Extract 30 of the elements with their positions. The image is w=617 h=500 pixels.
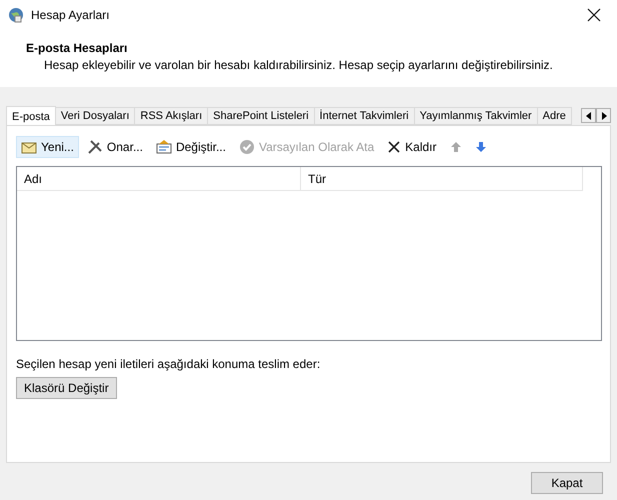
tab[interactable]: SharePoint Listeleri xyxy=(207,107,315,125)
scroll-right-button[interactable] xyxy=(596,108,611,123)
window-title: Hesap Ayarları xyxy=(31,8,110,22)
globe-icon xyxy=(8,7,24,23)
repair-button[interactable]: Onar... xyxy=(82,136,148,158)
caret-left-icon xyxy=(586,112,592,120)
scroll-left-button[interactable] xyxy=(581,108,596,123)
change-button[interactable]: Değiştir... xyxy=(150,136,231,158)
tab[interactable]: E-posta xyxy=(6,106,56,125)
tab[interactable]: RSS Akışları xyxy=(134,107,208,125)
checkmark-icon xyxy=(238,139,255,155)
tab[interactable]: Veri Dosyaları xyxy=(54,107,136,125)
tab[interactable]: Adre xyxy=(536,107,572,125)
arrow-up-icon xyxy=(450,141,462,153)
close-icon xyxy=(387,140,402,154)
change-folder-button[interactable]: Klasörü Değiştir xyxy=(16,377,117,399)
close-icon xyxy=(587,8,601,22)
caret-right-icon xyxy=(600,112,606,120)
section-description: Hesap ekleyebilir ve varolan bir hesabı kaldırabilirsiniz. Hesap seçip ayarlarını değiştirebilirsiniz. xyxy=(44,58,554,72)
delivery-text: Seçilen hesap yeni iletileri aşağıdaki konuma teslim eder: xyxy=(16,357,320,371)
arrow-down-icon xyxy=(474,141,486,153)
tab[interactable]: Yayımlanmış Takvimler xyxy=(414,107,538,125)
section-title: E-posta Hesapları xyxy=(26,41,128,55)
close-dialog-button[interactable]: Kapat xyxy=(531,472,603,494)
column-header[interactable]: Tür xyxy=(301,167,583,190)
new-button[interactable]: Yeni... xyxy=(16,136,79,158)
column-header[interactable]: Adı xyxy=(17,167,301,190)
tab[interactable]: İnternet Takvimleri xyxy=(314,107,415,125)
card-icon xyxy=(156,139,172,155)
remove-button[interactable]: Kaldır xyxy=(382,136,442,158)
